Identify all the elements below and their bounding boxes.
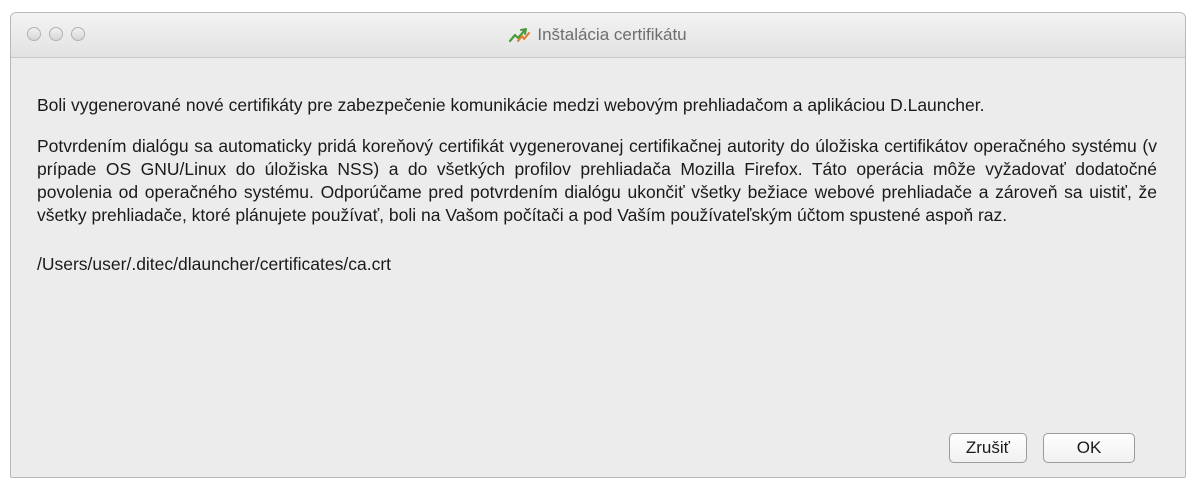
- dialog-buttons: Zrušiť OK: [948, 433, 1135, 463]
- d-launcher-icon: [509, 28, 531, 43]
- dialog-body: Boli vygenerované nové certifikáty pre z…: [11, 58, 1185, 276]
- info-paragraph-2: Potvrdením dialógu sa automaticky pridá …: [37, 136, 1157, 225]
- certificate-install-dialog: Inštalácia certifikátu Boli vygenerované…: [10, 12, 1186, 478]
- ok-button[interactable]: OK: [1043, 433, 1135, 463]
- cancel-button[interactable]: Zrušiť: [948, 433, 1027, 463]
- window-title: Inštalácia certifikátu: [537, 25, 687, 44]
- certificate-path: /Users/user/.ditec/dlauncher/certificate…: [37, 254, 392, 274]
- window-controls: [27, 27, 85, 41]
- zoom-window-button[interactable]: [71, 27, 85, 41]
- info-paragraph-1: Boli vygenerované nové certifikáty pre z…: [37, 95, 985, 115]
- window-title-group: Inštalácia certifikátu: [509, 25, 687, 45]
- minimize-window-button[interactable]: [49, 27, 63, 41]
- close-window-button[interactable]: [27, 27, 41, 41]
- title-bar[interactable]: Inštalácia certifikátu: [11, 13, 1185, 58]
